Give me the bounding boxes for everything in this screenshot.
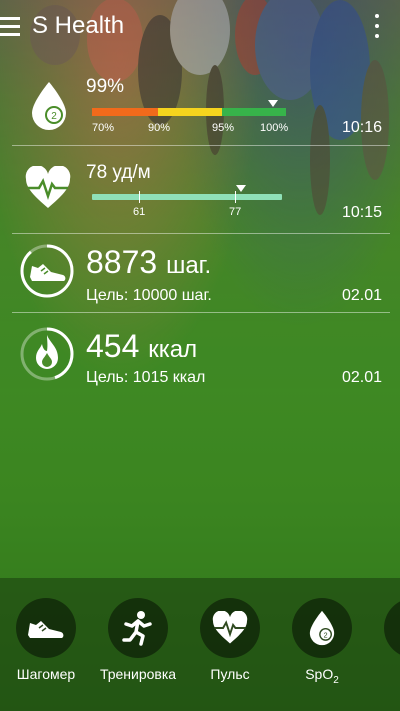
shortcut-label: Шагомер bbox=[16, 666, 76, 682]
spo2-card[interactable]: 2 99% 70% 90% 95% 100% 10:16 bbox=[0, 70, 400, 144]
steps-goal: Цель: 10000 шаг. bbox=[86, 287, 212, 304]
shortcut-label-text: SpO bbox=[305, 666, 334, 682]
flame-icon bbox=[36, 335, 58, 369]
heart-rate-value: 78 уд/м bbox=[86, 162, 151, 183]
shortcut-spo2[interactable]: 2 SpO2 bbox=[282, 598, 362, 686]
shortcut-pedometer[interactable]: Шагомер bbox=[6, 598, 86, 682]
shortcut-bar: Шагомер Тренировка Пульс 2 SpO2 bbox=[0, 578, 400, 711]
spo2-scale-label: 90% bbox=[148, 122, 171, 134]
calories-card[interactable]: 454 ккал Цель: 1015 ккал 02.01 bbox=[0, 322, 400, 392]
spo2-value: 99% bbox=[86, 76, 125, 97]
divider bbox=[12, 145, 390, 146]
heart-rate-range-high: 77 bbox=[229, 206, 242, 218]
calories-progress-ring bbox=[20, 327, 74, 381]
spo2-drop-icon: 2 bbox=[309, 610, 335, 646]
spo2-scale-label: 95% bbox=[212, 122, 235, 134]
divider bbox=[12, 233, 390, 234]
shortcut-label: Пульс bbox=[210, 666, 250, 682]
shortcut-more[interactable] bbox=[374, 598, 400, 658]
shoe-icon bbox=[28, 621, 64, 638]
heart-rate-card[interactable]: 78 уд/м 61 77 10:15 bbox=[0, 150, 400, 234]
calories-date: 02.01 bbox=[341, 369, 382, 386]
calories-goal: Цель: 1015 ккал bbox=[86, 369, 206, 386]
heart-rate-icon bbox=[212, 611, 248, 644]
spo2-scale-label: 100% bbox=[260, 122, 289, 134]
steps-progress-ring bbox=[20, 244, 74, 298]
svg-text:2: 2 bbox=[51, 111, 57, 122]
app-bar: S Health bbox=[0, 0, 400, 54]
steps-count: 8873 шаг. bbox=[86, 244, 211, 281]
heart-rate-icon bbox=[25, 166, 71, 208]
calories-value: 454 bbox=[86, 328, 140, 364]
divider bbox=[12, 312, 390, 313]
heart-rate-range-bar bbox=[92, 194, 282, 200]
shortcut-workout[interactable]: Тренировка bbox=[98, 598, 178, 682]
steps-date: 02.01 bbox=[341, 287, 382, 304]
menu-icon[interactable] bbox=[0, 14, 22, 38]
shortcut-label-subscript: 2 bbox=[333, 674, 339, 686]
shoe-icon bbox=[30, 264, 66, 281]
heart-rate-high-tick bbox=[235, 191, 236, 203]
runner-icon bbox=[122, 611, 152, 646]
svg-text:2: 2 bbox=[324, 631, 328, 639]
shortcut-label: Тренировка bbox=[99, 666, 177, 682]
calories-unit: ккал bbox=[148, 336, 198, 363]
heart-rate-marker bbox=[236, 185, 246, 192]
spo2-scale-bar bbox=[92, 108, 286, 116]
heart-rate-time: 10:15 bbox=[341, 204, 382, 221]
heart-rate-range-low: 61 bbox=[133, 206, 146, 218]
spo2-time: 10:16 bbox=[341, 119, 382, 136]
spo2-drop-icon: 2 bbox=[32, 82, 66, 130]
more-vert-icon[interactable] bbox=[374, 14, 380, 40]
shortcut-label: SpO2 bbox=[282, 666, 362, 686]
shortcut-heart-rate[interactable]: Пульс bbox=[190, 598, 270, 682]
heart-rate-low-tick bbox=[139, 191, 140, 203]
app-title: S Health bbox=[32, 12, 125, 39]
steps-card[interactable]: 8873 шаг. Цель: 10000 шаг. 02.01 bbox=[0, 238, 400, 308]
spo2-scale-label: 70% bbox=[92, 122, 115, 134]
steps-unit: шаг. bbox=[166, 252, 212, 279]
calories-count: 454 ккал bbox=[86, 328, 197, 365]
spo2-level-marker bbox=[268, 100, 279, 107]
steps-value: 8873 bbox=[86, 244, 158, 280]
